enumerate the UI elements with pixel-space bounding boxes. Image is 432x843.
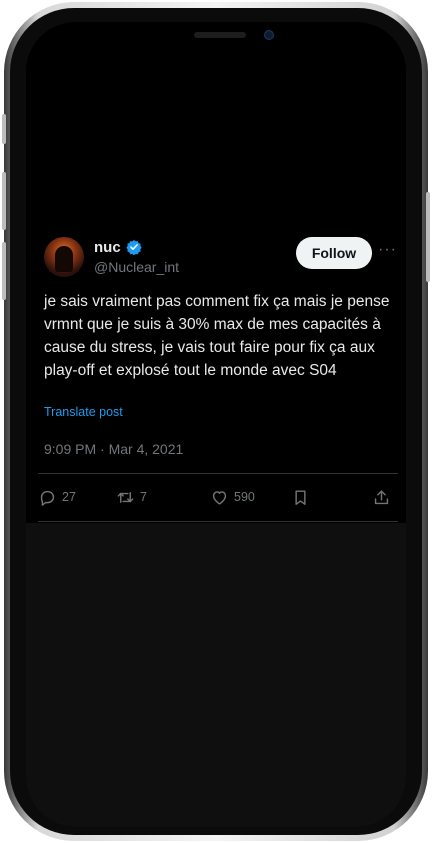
display-name[interactable]: nuc xyxy=(94,239,121,256)
user-handle[interactable]: @Nuclear_int xyxy=(94,259,179,275)
share-button[interactable] xyxy=(372,487,391,507)
reply-button[interactable]: 27 xyxy=(38,487,76,507)
repost-count: 7 xyxy=(140,490,147,504)
speaker-grille xyxy=(194,32,246,38)
share-icon xyxy=(374,489,389,504)
front-camera xyxy=(264,30,274,40)
tweet-timestamp[interactable]: 9:09 PM · Mar 4, 2021 xyxy=(44,441,183,457)
avatar[interactable] xyxy=(44,237,84,277)
verified-badge-icon xyxy=(126,240,142,255)
divider xyxy=(38,473,398,474)
translate-post-link[interactable]: Translate post xyxy=(44,405,123,419)
divider xyxy=(38,521,398,522)
follow-button[interactable]: Follow xyxy=(296,237,372,269)
phone-side-button xyxy=(2,114,6,144)
avatar-figure xyxy=(55,246,73,272)
repost-icon xyxy=(117,491,134,503)
phone-frame: nuc @Nuclear_int Follow ··· je sais vrai… xyxy=(2,2,430,841)
phone-screen: nuc @Nuclear_int Follow ··· je sais vrai… xyxy=(26,22,406,827)
phone-volume-down-button xyxy=(2,242,6,300)
bookmark-button[interactable] xyxy=(291,487,310,507)
reply-count: 27 xyxy=(62,490,76,504)
phone-power-button xyxy=(426,192,430,282)
phone-volume-up-button xyxy=(2,172,6,230)
tweet-text: je sais vraiment pas comment fix ça mais… xyxy=(44,293,390,379)
reply-icon xyxy=(40,490,55,506)
repost-button[interactable]: 7 xyxy=(116,487,147,507)
like-button[interactable]: 590 xyxy=(210,487,255,507)
tweet-card: nuc @Nuclear_int Follow ··· je sais vrai… xyxy=(26,217,406,523)
bookmark-icon xyxy=(295,489,306,505)
like-count: 590 xyxy=(234,490,255,504)
heart-icon xyxy=(212,490,227,505)
more-options-icon[interactable]: ··· xyxy=(378,241,396,259)
notch xyxy=(118,22,318,58)
tweet-actions-bar: 27 7 590 xyxy=(26,481,406,513)
tweet-screenshot: nuc @Nuclear_int Follow ··· je sais vrai… xyxy=(26,217,406,827)
